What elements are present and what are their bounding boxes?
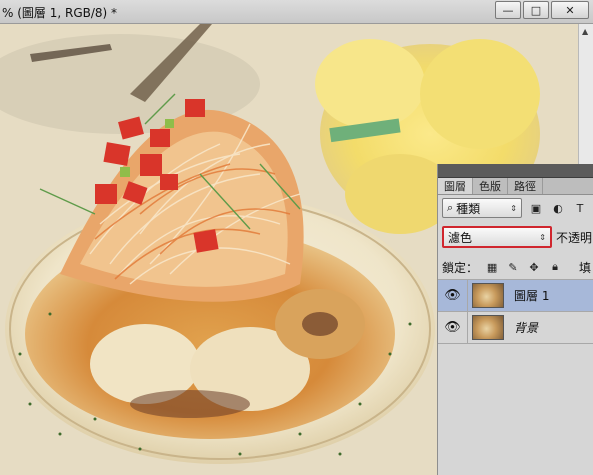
layer-name[interactable]: 背景 — [514, 319, 538, 336]
layer-list: 👁︎ 圖層 1 👁︎ 背景 — [438, 279, 593, 344]
visibility-toggle[interactable]: 👁︎ — [438, 279, 468, 312]
opacity-label: 不透明 — [556, 230, 593, 245]
filter-kind-label: 種類 — [456, 201, 481, 216]
lock-icon[interactable]: 🔒︎ — [548, 260, 562, 274]
close-icon: ✕ — [565, 3, 575, 17]
lock-label: 鎖定： — [442, 260, 479, 275]
tab-layers[interactable]: 圖層 — [438, 178, 473, 194]
window-controls: — □ ✕ — [495, 1, 589, 19]
restore-button[interactable]: □ — [523, 1, 549, 19]
scroll-up-icon[interactable]: ▲ — [582, 27, 588, 36]
blend-mode-value: 濾色 — [448, 230, 473, 245]
image-icon[interactable]: ▣ — [528, 201, 544, 215]
tab-channels[interactable]: 色版 — [473, 178, 508, 194]
layer-name[interactable]: 圖層 1 — [514, 287, 549, 304]
layers-panel: 圖層 色版 路徑 ⌕ 種類 ⇕ ▣ ◐ T 濾色 ⇕ 不透明 鎖定： ▦ ✎ ✥… — [437, 164, 593, 475]
lock-row: 鎖定： ▦ ✎ ✥ 🔒︎ 填 — [442, 258, 591, 276]
vertical-scrollbar[interactable]: ▲ — [578, 24, 593, 164]
panel-tabs: 圖層 色版 路徑 — [438, 178, 593, 195]
close-button[interactable]: ✕ — [551, 1, 589, 19]
layer-filter-row: ⌕ 種類 ⇕ ▣ ◐ T — [442, 198, 588, 218]
circle-half-icon[interactable]: ◐ — [550, 201, 566, 215]
document-title-bar: % (圖層 1, RGB/8) * — □ ✕ — [0, 0, 593, 24]
restore-icon: □ — [530, 3, 542, 17]
layer-thumbnail — [472, 283, 504, 308]
minimize-button[interactable]: — — [495, 1, 521, 19]
eye-icon: 👁︎ — [444, 320, 461, 335]
panel-header-bar[interactable] — [438, 164, 593, 178]
search-icon: ⌕ — [447, 201, 454, 214]
updown-caret-icon: ⇕ — [510, 203, 517, 213]
fill-label: 填 — [579, 260, 592, 275]
text-icon[interactable]: T — [572, 201, 588, 215]
filter-kind-select[interactable]: ⌕ 種類 ⇕ — [442, 198, 522, 218]
layer-row-background[interactable]: 👁︎ 背景 — [438, 311, 593, 344]
blend-mode-select[interactable]: 濾色 ⇕ — [442, 226, 552, 248]
lock-transparent-icon[interactable]: ▦ — [485, 260, 499, 274]
layer-row-layer1[interactable]: 👁︎ 圖層 1 — [438, 279, 593, 312]
eye-icon: 👁︎ — [444, 288, 461, 303]
tab-paths[interactable]: 路徑 — [508, 178, 543, 194]
layer-thumbnail — [472, 315, 504, 340]
brush-icon[interactable]: ✎ — [506, 260, 520, 274]
visibility-toggle[interactable]: 👁︎ — [438, 311, 468, 344]
minimize-icon: — — [502, 3, 514, 17]
document-title: % (圖層 1, RGB/8) * — [2, 6, 118, 20]
blend-row: 濾色 ⇕ 不透明 — [442, 224, 592, 250]
move-icon[interactable]: ✥ — [527, 260, 541, 274]
updown-caret-icon: ⇕ — [539, 232, 546, 242]
